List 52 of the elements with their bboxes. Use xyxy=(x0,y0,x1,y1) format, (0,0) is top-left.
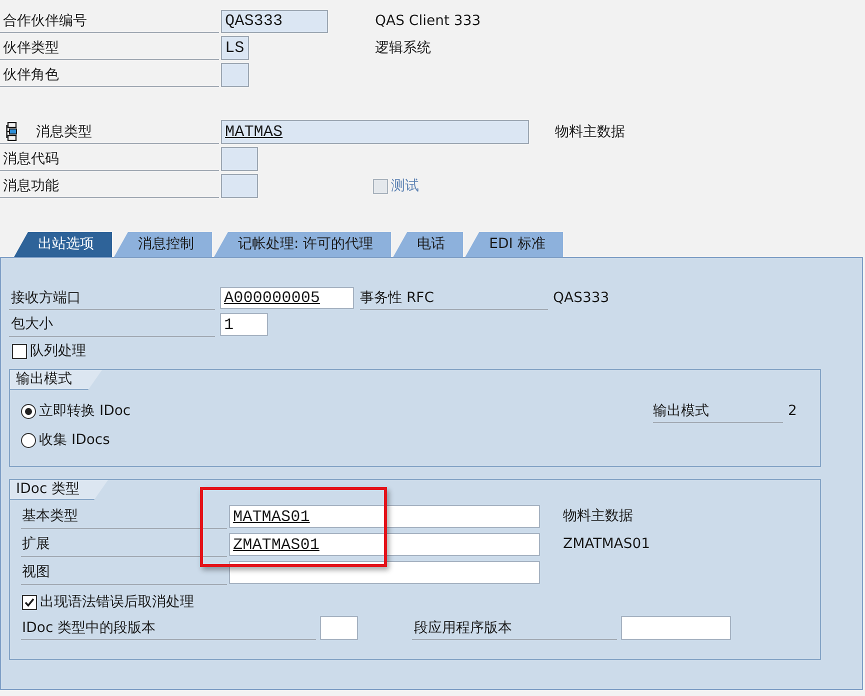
field-label: IDoc 类型中的段版本 xyxy=(22,618,156,638)
checkbox-label: 队列处理 xyxy=(30,342,86,361)
field-label: 输出模式 xyxy=(653,402,709,420)
input-field[interactable] xyxy=(621,616,731,640)
radio-button[interactable] xyxy=(21,404,36,418)
description-text: ZMATMAS01 xyxy=(563,535,650,554)
radio-label: 立即转换 IDoc xyxy=(39,402,131,420)
description-text: 物料主数据 xyxy=(563,507,633,526)
input-field[interactable]: A000000005 xyxy=(220,287,354,309)
radio-label: 收集 IDocs xyxy=(39,430,110,450)
checkbox-label: 测试 xyxy=(391,176,419,196)
field-label: 接收方端口 xyxy=(11,288,81,308)
mode-value: 2 xyxy=(787,402,797,420)
tab[interactable]: 出站选项 xyxy=(14,232,112,257)
field-label: 扩展 xyxy=(22,535,50,554)
field-label: 视图 xyxy=(22,563,50,582)
radio-button[interactable] xyxy=(21,432,36,448)
hierarchy-icon xyxy=(6,122,17,141)
tab[interactable]: 电话 xyxy=(393,232,464,257)
description-text: QAS333 xyxy=(553,290,610,306)
description-text: QAS Client 333 xyxy=(375,12,481,30)
description-text: 逻辑系统 xyxy=(375,38,431,58)
tab[interactable]: EDI 标准 xyxy=(465,232,564,257)
field-label: 伙伴角色 xyxy=(3,66,59,84)
field-label: 消息类型 xyxy=(36,122,92,142)
checkbox[interactable] xyxy=(22,594,37,610)
input-field[interactable]: 1 xyxy=(220,313,268,336)
input-field[interactable]: MATMAS01 xyxy=(229,505,540,528)
input-field[interactable]: LS xyxy=(221,36,249,60)
field-label: 包大小 xyxy=(11,315,53,334)
input-field[interactable] xyxy=(229,561,540,584)
field-label: 伙伴类型 xyxy=(3,38,59,58)
field-label: 消息代码 xyxy=(3,150,59,168)
input-field[interactable] xyxy=(221,174,258,198)
field-label: 基本类型 xyxy=(22,507,78,526)
input-field[interactable]: ZMATMAS01 xyxy=(229,533,540,556)
tab[interactable]: 消息控制 xyxy=(114,232,212,257)
group-title: IDoc 类型 xyxy=(10,480,108,500)
checkbox[interactable] xyxy=(12,344,27,359)
field-label: 消息功能 xyxy=(3,176,59,196)
description-text: 物料主数据 xyxy=(555,122,625,142)
input-field[interactable]: MATMAS xyxy=(221,120,529,144)
input-field[interactable] xyxy=(221,63,249,87)
checkbox-label: 出现语法错误后取消处理 xyxy=(40,592,194,612)
input-field[interactable]: QAS333 xyxy=(221,10,328,32)
tab[interactable]: 记帐处理: 许可的代理 xyxy=(214,232,392,257)
input-field[interactable] xyxy=(320,616,358,640)
input-field[interactable] xyxy=(221,147,258,171)
field-label: 事务性 RFC xyxy=(360,288,434,308)
field-label: 合作伙伴编号 xyxy=(3,12,87,30)
field-label: 段应用程序版本 xyxy=(414,618,512,638)
group-title: 输出模式 xyxy=(10,370,102,390)
